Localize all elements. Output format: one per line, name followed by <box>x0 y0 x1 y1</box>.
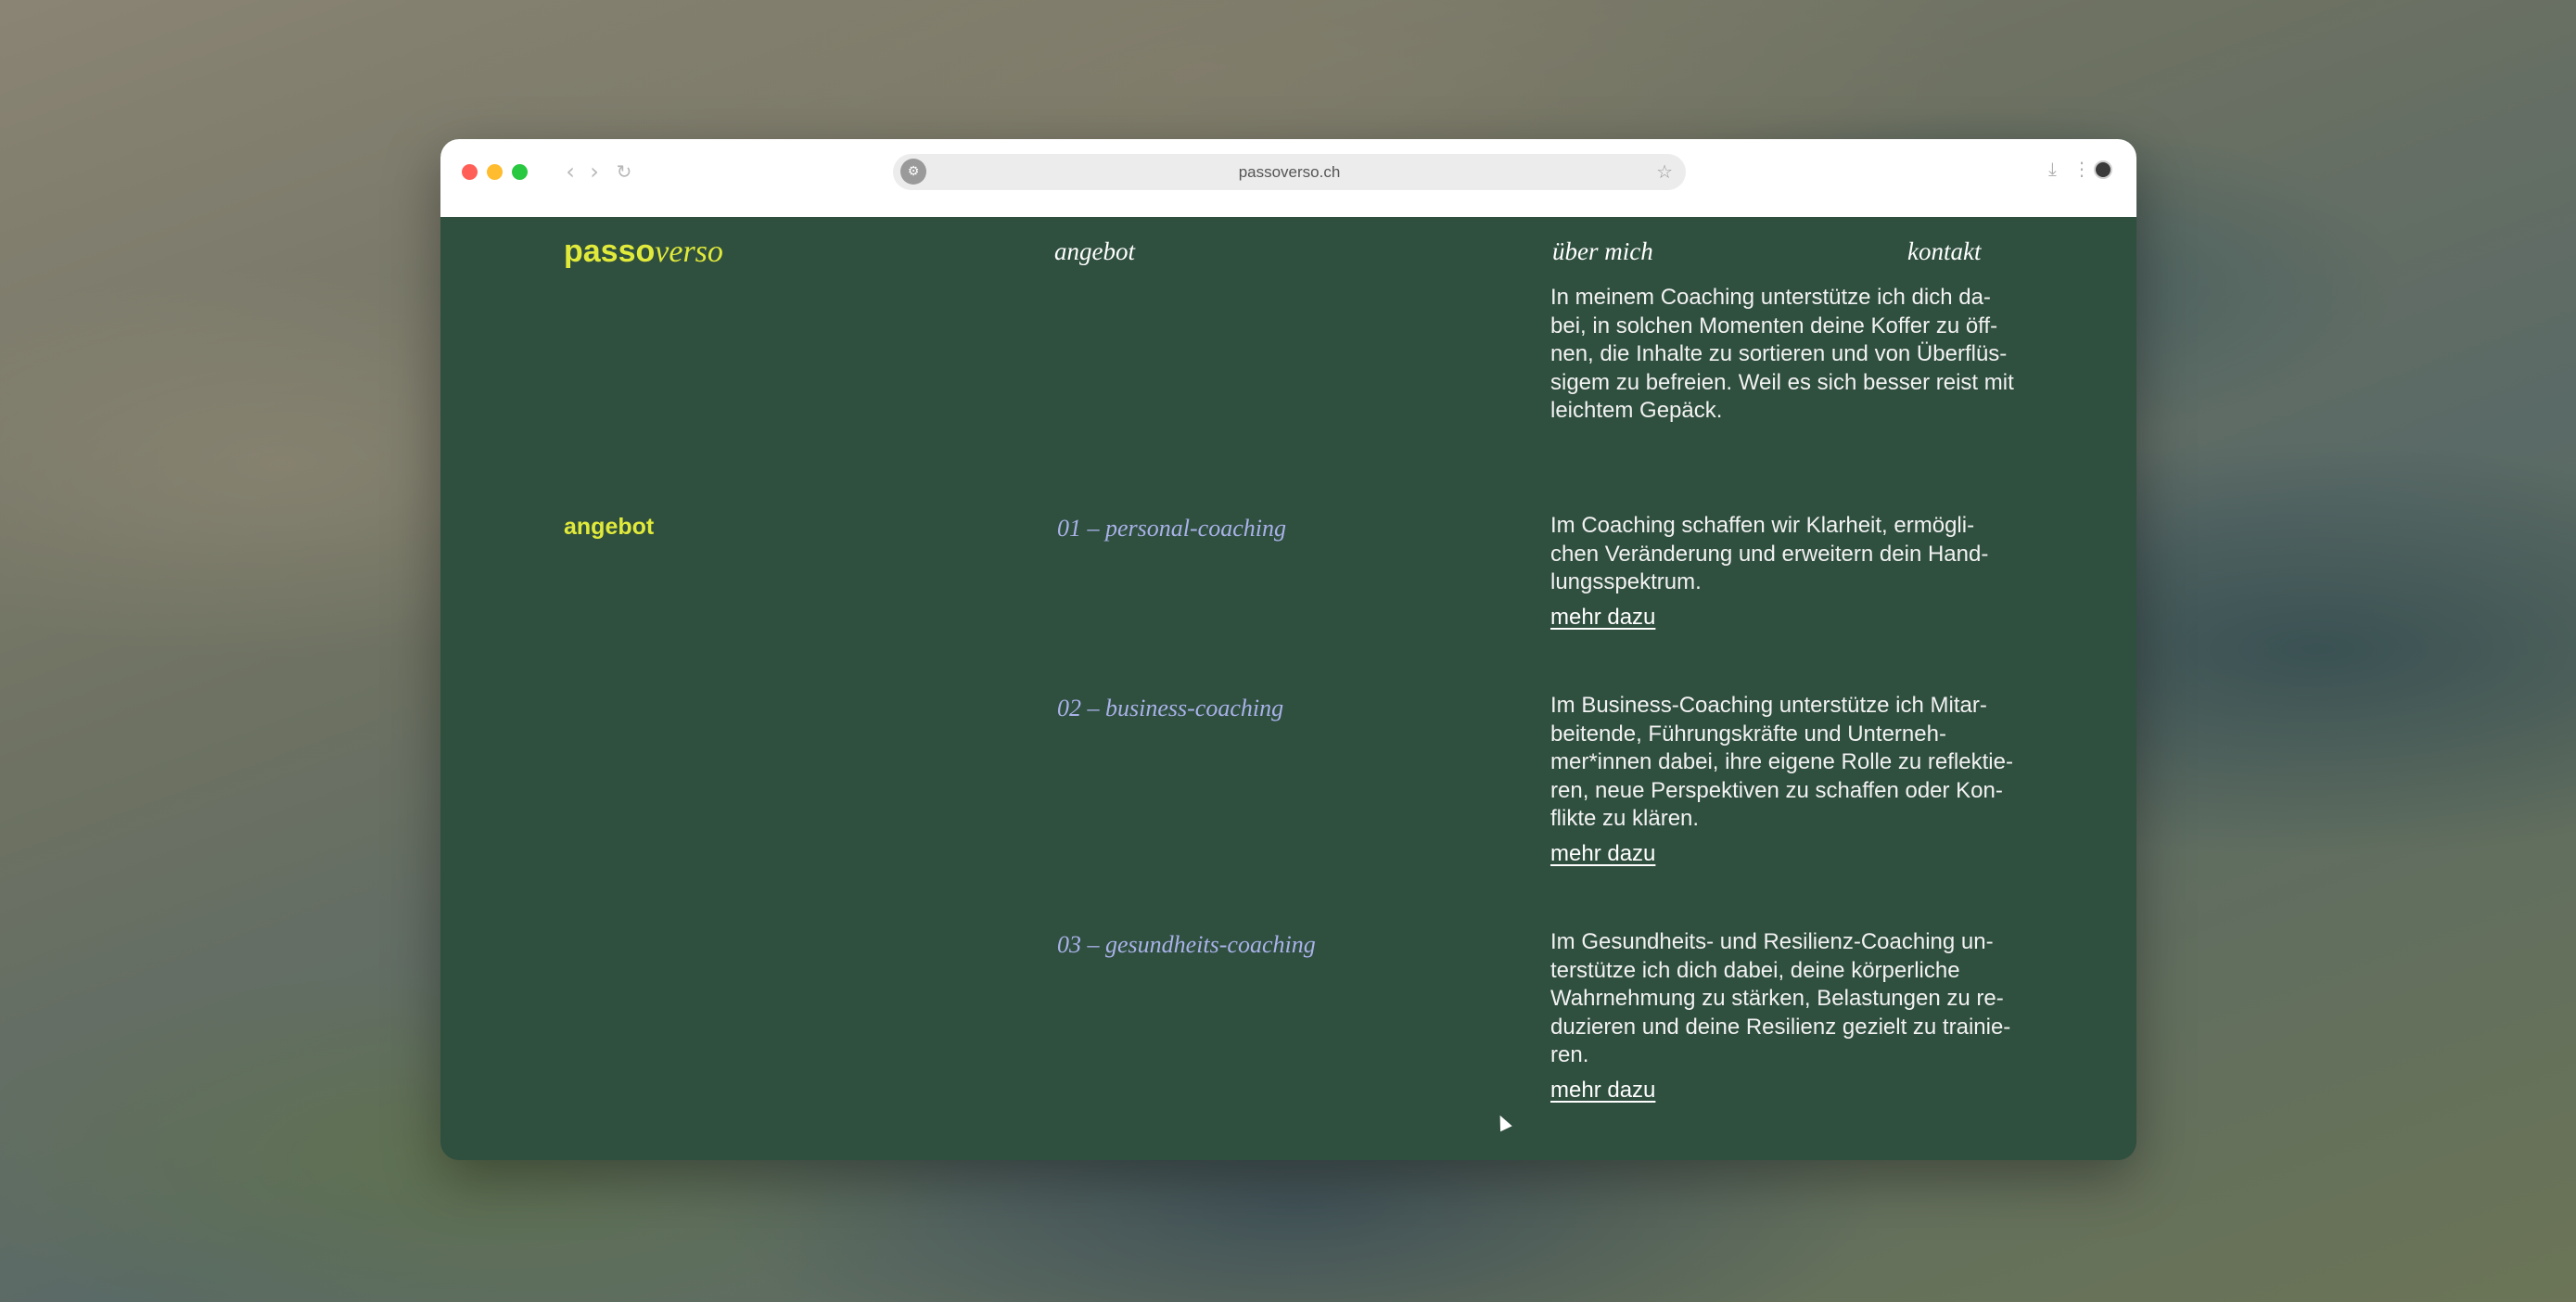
service-title-personal-coaching: 01 – personal-coaching <box>1057 515 1286 542</box>
window-maximize-button[interactable] <box>512 164 528 180</box>
service-title-gesundheits-coaching: 03 – gesundheits-coaching <box>1057 931 1316 958</box>
service-description-personal-coaching: Im Coaching schaffen wir Klarheit, ermög… <box>1550 513 1989 594</box>
window-close-button[interactable] <box>462 164 478 180</box>
site-logo[interactable]: passoverso <box>564 234 723 270</box>
address-bar[interactable]: ⚙ passoverso.ch ☆ <box>893 154 1686 190</box>
url-text[interactable]: passoverso.ch <box>893 154 1686 190</box>
service-description-gesundheits-coaching: Im Gesundheits- und Resilienz-Coaching u… <box>1550 929 2011 1067</box>
reload-icon[interactable]: ↻ <box>612 160 636 184</box>
back-arrow-icon[interactable]: ‹ <box>558 160 582 184</box>
more-menu-icon[interactable]: ⋮ <box>2072 158 2091 180</box>
service-description-business-coaching: Im Business-Coaching unterstütze ich Mit… <box>1550 693 2013 831</box>
intro-paragraph: In meinem Coaching unterstütze ich dich … <box>1550 285 2014 423</box>
nav-link-kontakt[interactable]: kontakt <box>1907 237 1981 266</box>
forward-arrow-icon[interactable]: › <box>582 160 606 184</box>
profile-avatar[interactable] <box>2094 160 2112 179</box>
nav-link-angebot[interactable]: angebot <box>1054 237 1135 266</box>
logo-italic-part: verso <box>655 235 723 269</box>
logo-bold-part: passo <box>564 234 656 269</box>
download-icon[interactable]: ⤓ <box>2048 158 2057 180</box>
more-link-personal-coaching[interactable]: mehr dazu <box>1550 605 1655 631</box>
more-link-gesundheits-coaching[interactable]: mehr dazu <box>1550 1078 1655 1104</box>
section-heading-angebot: angebot <box>564 514 655 540</box>
browser-toolbar: ‹ › ↻ ⚙ passoverso.ch ☆ ⤓ ⋮ <box>440 139 2136 217</box>
more-link-business-coaching[interactable]: mehr dazu <box>1550 841 1655 867</box>
nav-link-ueber-mich[interactable]: über mich <box>1552 237 1653 266</box>
window-minimize-button[interactable] <box>487 164 503 180</box>
service-title-business-coaching: 02 – business-coaching <box>1057 695 1284 721</box>
bookmark-star-icon[interactable]: ☆ <box>1656 160 1673 184</box>
